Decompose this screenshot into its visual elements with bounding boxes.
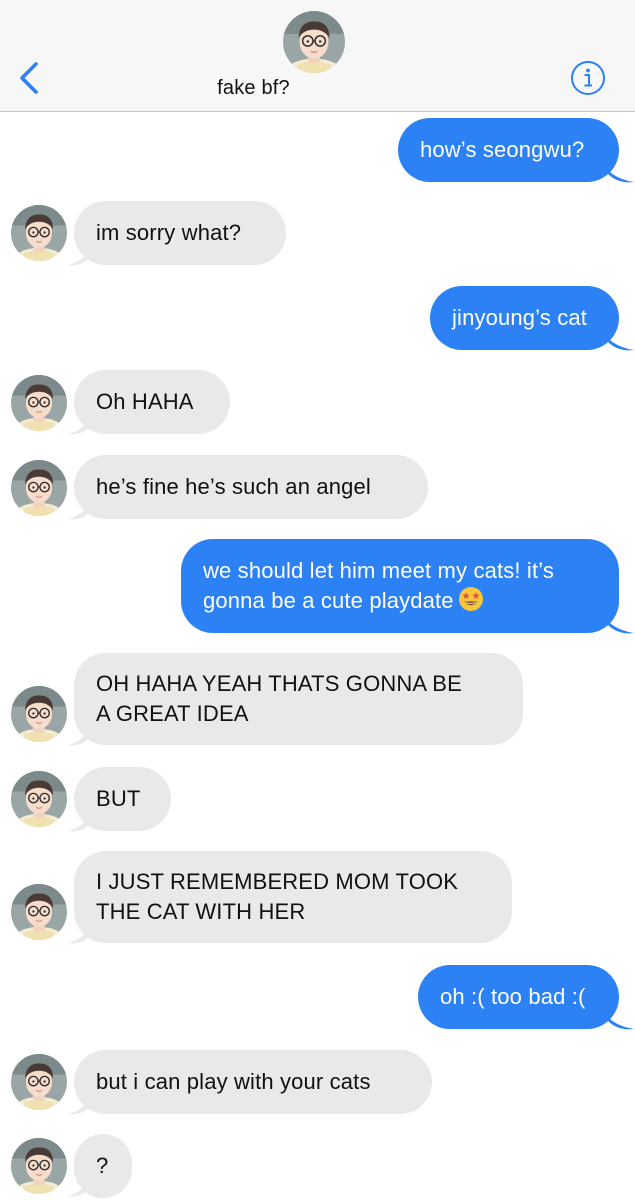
message-text-line: we should let him meet my cats! it’s — [203, 558, 555, 583]
incoming-message[interactable]: but i can play with your cats — [74, 1050, 432, 1114]
bubble-tail — [68, 1172, 94, 1197]
conversation-header: fake bf? — [0, 0, 635, 112]
message-text-line: I JUST REMEMBERED MOM TOOK — [96, 869, 459, 894]
bubble-tail — [68, 410, 94, 435]
info-button[interactable] — [570, 60, 606, 96]
sender-avatar[interactable] — [11, 205, 67, 261]
sender-avatar[interactable] — [11, 884, 67, 940]
star-struck-emoji-icon — [458, 587, 483, 611]
bubble-tail — [600, 1005, 634, 1030]
message-text: BUT — [96, 786, 141, 811]
incoming-message[interactable]: im sorry what? — [74, 201, 286, 265]
contact-name[interactable]: fake bf? — [0, 77, 507, 100]
message-text-line: OH HAHA YEAH THATS GONNA BE — [96, 671, 462, 696]
message-text: but i can play with your cats — [96, 1069, 371, 1094]
incoming-message[interactable]: Oh HAHA — [74, 370, 230, 434]
bubble-tail — [68, 1090, 94, 1115]
sender-avatar[interactable] — [11, 1138, 67, 1194]
outgoing-message[interactable]: how’s seongwu? — [398, 118, 619, 182]
incoming-message[interactable]: he’s fine he’s such an angel — [74, 455, 428, 519]
message-text: he’s fine he’s such an angel — [96, 474, 371, 499]
info-icon — [571, 61, 605, 95]
outgoing-message[interactable]: oh :( too bad :( — [418, 965, 619, 1029]
message-text: ? — [96, 1153, 109, 1178]
contact-avatar[interactable] — [283, 11, 345, 73]
bubble-tail — [68, 807, 94, 832]
message-text-line: gonna be a cute playdate — [203, 586, 595, 616]
bubble-tail — [68, 919, 94, 944]
bubble-tail — [68, 721, 94, 746]
outgoing-message[interactable]: we should let him meet my cats! it’s gon… — [181, 539, 619, 633]
incoming-message[interactable]: I JUST REMEMBERED MOM TOOK THE CAT WITH … — [74, 851, 512, 943]
message-text-line: THE CAT WITH HER — [96, 899, 306, 924]
message-text-line: A GREAT IDEA — [96, 701, 249, 726]
message-text: Oh HAHA — [96, 389, 194, 414]
bubble-tail — [68, 241, 94, 266]
sender-avatar[interactable] — [11, 686, 67, 742]
sender-avatar[interactable] — [11, 375, 67, 431]
outgoing-message[interactable]: jinyoung’s cat — [430, 286, 619, 350]
message-text: im sorry what? — [96, 220, 242, 245]
sender-avatar[interactable] — [11, 1054, 67, 1110]
incoming-message[interactable]: OH HAHA YEAH THATS GONNA BE A GREAT IDEA — [74, 653, 523, 745]
message-text: jinyoung’s cat — [452, 305, 588, 330]
sender-avatar[interactable] — [11, 771, 67, 827]
bubble-tail — [600, 609, 634, 634]
message-text: oh :( too bad :( — [440, 984, 586, 1009]
bubble-tail — [600, 158, 634, 183]
bubble-tail — [68, 495, 94, 520]
message-text: how’s seongwu? — [420, 137, 585, 162]
sender-avatar[interactable] — [11, 460, 67, 516]
bubble-tail — [600, 326, 634, 351]
